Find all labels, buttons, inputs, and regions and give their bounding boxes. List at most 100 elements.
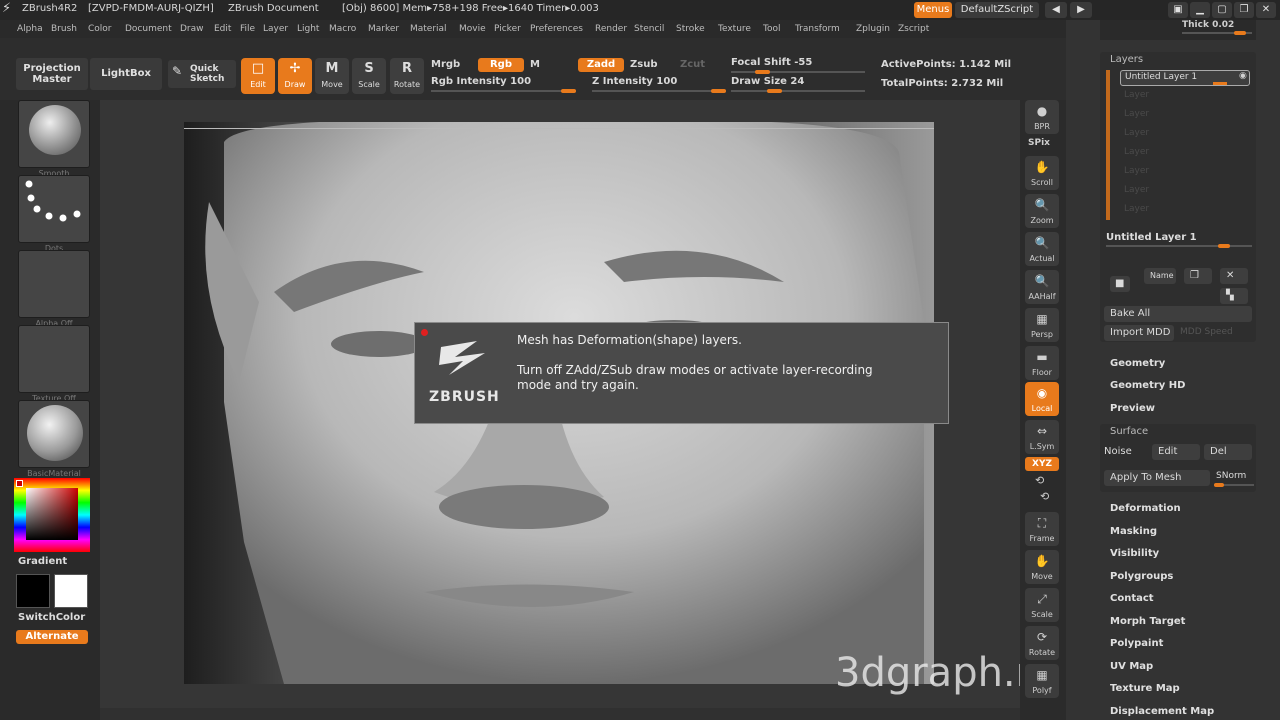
menu-texture[interactable]: Texture — [718, 24, 751, 34]
rgb-intensity-slider-label[interactable]: Rgb Intensity 100 — [431, 76, 531, 87]
visibility-menu[interactable]: Visibility — [1110, 548, 1159, 559]
maximize-icon[interactable]: ❐ — [1234, 2, 1254, 18]
layer-row[interactable]: Layer — [1124, 204, 1149, 214]
lock-icon[interactable]: ▣ — [1168, 2, 1188, 18]
menu-color[interactable]: Color — [88, 24, 112, 34]
actual-button[interactable]: 🔍 Actual — [1025, 232, 1059, 266]
color-picker[interactable] — [14, 478, 90, 552]
lsym-button[interactable]: ⇔ L.Sym — [1025, 420, 1059, 454]
polyf-button[interactable]: ▦ Polyf — [1025, 664, 1059, 698]
morph-target-menu[interactable]: Morph Target — [1110, 616, 1185, 627]
menu-movie[interactable]: Movie — [459, 24, 486, 34]
layer-row[interactable]: Layer — [1124, 185, 1149, 195]
focal-shift-slider[interactable] — [731, 70, 865, 74]
scale-button[interactable]: S Scale — [352, 58, 386, 94]
noise-button[interactable]: Noise — [1104, 446, 1132, 457]
noise-del-button[interactable]: Del — [1204, 444, 1252, 460]
xyz-button[interactable]: XYZ — [1025, 457, 1059, 471]
layer-row[interactable]: Layer — [1124, 90, 1149, 100]
aahalf-button[interactable]: 🔍 AAHalf — [1025, 270, 1059, 304]
menu-alpha[interactable]: Alpha — [17, 24, 43, 34]
edit-button[interactable]: □ Edit — [241, 58, 275, 94]
surface-title[interactable]: Surface — [1110, 426, 1148, 437]
material-thumbnail[interactable]: BasicMaterial — [18, 400, 90, 478]
menu-marker[interactable]: Marker — [368, 24, 399, 34]
scroll-button[interactable]: ✋ Scroll — [1025, 156, 1059, 190]
geometry-menu[interactable]: Geometry — [1110, 358, 1165, 369]
menus-button[interactable]: Menus — [914, 2, 952, 18]
geometry-hd-menu[interactable]: Geometry HD — [1110, 380, 1185, 391]
quick-sketch-button[interactable]: ✎ Quick Sketch — [168, 60, 236, 88]
contact-menu[interactable]: Contact — [1110, 593, 1154, 604]
bake-all-button[interactable]: Bake All — [1104, 306, 1252, 322]
texture-thumbnail[interactable]: Texture Off — [18, 325, 90, 403]
menu-picker[interactable]: Picker — [494, 24, 521, 34]
draw-button[interactable]: ✢ Draw — [278, 58, 312, 94]
layer-record-button[interactable]: ■ — [1110, 276, 1130, 292]
local-button[interactable]: ◉ Local — [1025, 382, 1059, 416]
stroke-thumbnail[interactable]: Dots — [18, 175, 90, 253]
layer-row[interactable]: Layer — [1124, 128, 1149, 138]
import-mdd-button[interactable]: Import MDD — [1104, 325, 1174, 341]
move-view-button[interactable]: ✋ Move — [1025, 550, 1059, 584]
menu-draw[interactable]: Draw — [180, 24, 204, 34]
menu-stroke[interactable]: Stroke — [676, 24, 705, 34]
lightbox-button[interactable]: LightBox — [90, 58, 162, 90]
menu-zscript[interactable]: Zscript — [898, 24, 929, 34]
menu-tool[interactable]: Tool — [763, 24, 780, 34]
floor-button[interactable]: ▬ Floor — [1025, 346, 1059, 380]
mdd-speed-slider[interactable]: MDD Speed — [1180, 327, 1233, 337]
z-intensity-slider-label[interactable]: Z Intensity 100 — [592, 76, 677, 87]
menu-edit[interactable]: Edit — [214, 24, 231, 34]
brush-thumbnail[interactable]: Smooth — [18, 100, 90, 178]
polygroups-menu[interactable]: Polygroups — [1110, 571, 1173, 582]
thick-slider[interactable]: Thick 0.02 — [1100, 20, 1256, 40]
menu-layer[interactable]: Layer — [263, 24, 288, 34]
duplicate-layer-icon[interactable]: ❐ — [1184, 268, 1212, 284]
displacement-map-menu[interactable]: Displacement Map — [1110, 706, 1214, 717]
layer-row[interactable]: Layer — [1124, 147, 1149, 157]
menu-render[interactable]: Render — [595, 24, 627, 34]
eye-icon[interactable]: ◉ — [1239, 71, 1247, 81]
delete-layer-icon[interactable]: ✕ — [1220, 268, 1248, 284]
scale-view-button[interactable]: ⤢ Scale — [1025, 588, 1059, 622]
layer-row[interactable]: Layer — [1124, 109, 1149, 119]
menu-document[interactable]: Document — [125, 24, 172, 34]
arrow-left-icon[interactable]: ◀ — [1045, 2, 1067, 18]
alpha-thumbnail[interactable]: Alpha Off — [18, 250, 90, 328]
rotate-button[interactable]: R Rotate — [390, 58, 424, 94]
menu-zplugin[interactable]: Zplugin — [856, 24, 890, 34]
menu-macro[interactable]: Macro — [329, 24, 356, 34]
texture-map-menu[interactable]: Texture Map — [1110, 683, 1180, 694]
layer-name-button[interactable]: Name — [1144, 268, 1176, 284]
layers-scrollbar[interactable] — [1106, 70, 1110, 220]
restore-icon[interactable]: ▢ — [1212, 2, 1232, 18]
rgb-intensity-slider[interactable] — [431, 89, 576, 93]
deformation-menu[interactable]: Deformation — [1110, 503, 1181, 514]
warning-dialog[interactable]: ZBRUSH Mesh has Deformation(shape) layer… — [414, 322, 949, 424]
default-zscript-button[interactable]: DefaultZScript — [955, 2, 1039, 18]
rotate-view-button[interactable]: ⟳ Rotate — [1025, 626, 1059, 660]
draw-size-slider[interactable] — [731, 89, 865, 93]
z-intensity-slider[interactable] — [592, 89, 726, 93]
merge-layer-icon[interactable]: ▚ — [1220, 288, 1248, 304]
secondary-color-swatch[interactable] — [54, 574, 88, 608]
close-dot-icon[interactable] — [421, 329, 428, 336]
menu-preferences[interactable]: Preferences — [530, 24, 583, 34]
rgb-button[interactable]: Rgb — [478, 58, 524, 72]
persp-button[interactable]: ▦ Persp — [1025, 308, 1059, 342]
layer-row-selected[interactable]: Untitled Layer 1 ◉ — [1120, 70, 1250, 86]
minimize-icon[interactable]: ▁ — [1190, 2, 1210, 18]
bpr-button[interactable]: ● BPR — [1025, 100, 1059, 134]
m-button[interactable]: M — [530, 59, 540, 70]
layer-row[interactable]: Layer — [1124, 166, 1149, 176]
apply-to-mesh-button[interactable]: Apply To Mesh — [1104, 470, 1210, 486]
focal-shift-slider-label[interactable]: Focal Shift -55 — [731, 57, 812, 68]
switch-color-button[interactable]: SwitchColor — [18, 612, 85, 623]
zcut-button[interactable]: Zcut — [680, 59, 705, 70]
noise-edit-button[interactable]: Edit — [1152, 444, 1200, 460]
preview-menu[interactable]: Preview — [1110, 403, 1155, 414]
menu-light[interactable]: Light — [297, 24, 319, 34]
alternate-button[interactable]: Alternate — [16, 630, 88, 644]
gradient-toggle[interactable]: Gradient — [18, 556, 67, 567]
